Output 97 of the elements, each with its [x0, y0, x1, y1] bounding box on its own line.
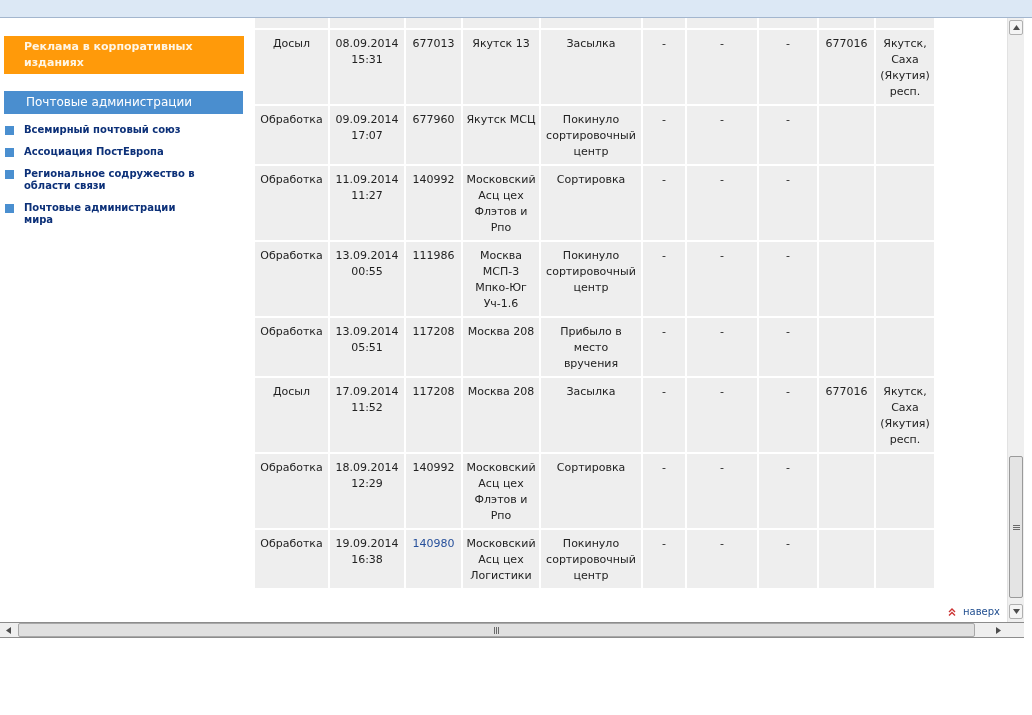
arrow-down-icon: [1012, 609, 1020, 614]
scroll-up-button[interactable]: [1009, 20, 1023, 35]
bullet-icon: [5, 126, 14, 135]
table-cell: Прибыло в место вручения: [541, 318, 641, 376]
sidebar-link[interactable]: Ассоциация ПостЕвропа: [24, 146, 204, 158]
table-cell: Покинуло сортировочный центр: [541, 106, 641, 164]
table-cell: Обработка: [255, 242, 328, 316]
table-cell: 18.09.2014 12:29: [330, 454, 404, 528]
table-cell: Москва МСП-3 Мпко-Юг Уч-1.6: [463, 242, 539, 316]
table-cell: -: [687, 242, 757, 316]
grip-icon: [494, 626, 499, 634]
table-cell: [876, 18, 934, 28]
table-cell: Досыл: [255, 378, 328, 452]
bullet-icon: [5, 148, 14, 157]
table-cell: -: [759, 242, 817, 316]
table-cell: Сортировка: [541, 454, 641, 528]
table-cell: Якутск МСЦ: [463, 106, 539, 164]
grip-icon: [1012, 524, 1020, 530]
table-cell: 117208: [406, 318, 461, 376]
table-cell: -: [687, 30, 757, 104]
section-header: Почтовые администрации: [4, 91, 243, 114]
table-cell: 677016: [819, 30, 874, 104]
table-cell: Московский Асц цех Флэтов и Рпо: [463, 454, 539, 528]
table-cell: Засылка: [541, 30, 641, 104]
table-cell: -: [643, 166, 685, 240]
table-cell: 19.09.2014 16:38: [330, 530, 404, 588]
table-cell: 677960: [406, 106, 461, 164]
bullet-icon: [5, 170, 14, 179]
scrollbar-thumb[interactable]: [1009, 456, 1023, 598]
table-cell: Обработка: [255, 454, 328, 528]
table-cell: -: [759, 318, 817, 376]
index-link[interactable]: 140980: [412, 537, 455, 550]
bullet-icon: [5, 204, 14, 213]
table-cell: 117208: [406, 378, 461, 452]
table-cell: Якутск, Саха (Якутия) респ.: [876, 378, 934, 452]
table-cell: Московский Асц цех Логистики: [463, 530, 539, 588]
table-cell: -: [687, 318, 757, 376]
table-cell: Москва 208: [463, 318, 539, 376]
table-cell: 677016: [819, 378, 874, 452]
table-cell: -: [687, 530, 757, 588]
back-to-top-link[interactable]: наверх: [948, 606, 1000, 618]
table-cell: 140992: [406, 454, 461, 528]
vertical-scrollbar[interactable]: [1007, 18, 1024, 622]
table-cell: -: [643, 30, 685, 104]
table-cell: [643, 18, 685, 28]
double-chevron-up-icon: [948, 608, 956, 616]
sidebar-link[interactable]: Почтовые администрации мира: [24, 202, 204, 226]
table-cell: -: [687, 166, 757, 240]
table-cell: Обработка: [255, 106, 328, 164]
table-cell: Покинуло сортировочный центр: [541, 242, 641, 316]
table-cell: Обработка: [255, 530, 328, 588]
table-cell: -: [687, 454, 757, 528]
table-cell: 08.09.2014 15:31: [330, 30, 404, 104]
table-cell: Засылка: [541, 378, 641, 452]
table-cell: Московский Асц цех Флэтов и Рпо: [463, 166, 539, 240]
scroll-down-button[interactable]: [1009, 604, 1023, 619]
table-cell: -: [687, 106, 757, 164]
table-cell: [406, 18, 461, 28]
table-cell: Якутск 13: [463, 30, 539, 104]
table-cell: -: [643, 378, 685, 452]
scrollbar-thumb[interactable]: [18, 623, 975, 637]
arrow-left-icon: [6, 626, 11, 634]
table-cell: 09.09.2014 17:07: [330, 106, 404, 164]
table-cell: Москва 208: [463, 378, 539, 452]
table-cell: Сортировка: [541, 166, 641, 240]
table-cell: -: [759, 454, 817, 528]
arrow-right-icon: [996, 626, 1001, 634]
table-cell: Досыл: [255, 30, 328, 104]
table-cell: 13.09.2014 00:55: [330, 242, 404, 316]
table-cell: 111986: [406, 242, 461, 316]
sidebar-link[interactable]: Региональное содружество в области связи: [24, 168, 204, 192]
table-cell: 17.09.2014 11:52: [330, 378, 404, 452]
table-cell: 140992: [406, 166, 461, 240]
table-cell: -: [643, 318, 685, 376]
table-cell: 677013: [406, 30, 461, 104]
table-cell: 11.09.2014 11:27: [330, 166, 404, 240]
table-cell: Якутск, Саха (Якутия) респ.: [876, 30, 934, 104]
table-cell: -: [759, 166, 817, 240]
table-cell: [819, 18, 874, 28]
table-cell: [687, 18, 757, 28]
table-cell: Обработка: [255, 318, 328, 376]
table-cell: -: [759, 30, 817, 104]
table-cell: [759, 18, 817, 28]
table-cell: Покинуло сортировочный центр: [541, 530, 641, 588]
table-cell: -: [643, 242, 685, 316]
sidebar-link[interactable]: Всемирный почтовый союз: [24, 124, 204, 136]
table-cell: Обработка: [255, 166, 328, 240]
table-cell: -: [759, 530, 817, 588]
horizontal-scrollbar[interactable]: [0, 622, 1024, 638]
table-cell: 13.09.2014 05:51: [330, 318, 404, 376]
arrow-up-icon: [1012, 25, 1020, 30]
table-cell: -: [643, 454, 685, 528]
table-cell: -: [643, 106, 685, 164]
table-cell: -: [759, 106, 817, 164]
table-cell: -: [687, 378, 757, 452]
table-cell: -: [759, 378, 817, 452]
table-cell: -: [643, 530, 685, 588]
